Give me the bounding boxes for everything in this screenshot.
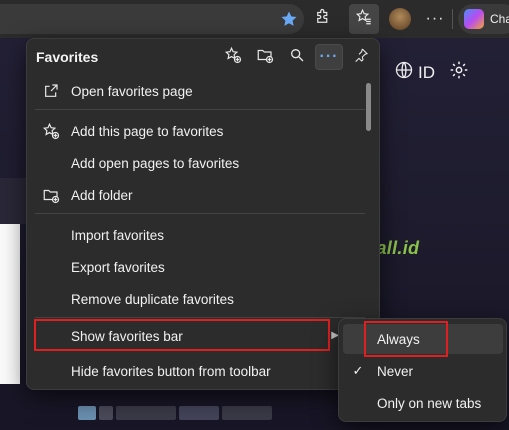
remove-duplicates-item[interactable]: Remove duplicate favorites — [35, 284, 365, 314]
page-card — [0, 224, 20, 384]
more-dots-icon: ··· — [425, 10, 445, 27]
highlight-box — [364, 321, 448, 357]
avatar — [389, 8, 411, 30]
blurred-content — [78, 406, 272, 420]
toolbar-divider — [452, 9, 453, 29]
profile-button[interactable] — [385, 4, 415, 34]
settings-gear-icon[interactable] — [449, 60, 469, 85]
browser-toolbar: ··· Cha — [0, 0, 509, 38]
search-icon — [289, 47, 305, 68]
page-header-icons: ID — [394, 60, 469, 85]
submenu-item-new-tabs[interactable]: Only on new tabs — [343, 388, 503, 418]
add-page-to-favorites-item[interactable]: Add this page to favorites — [35, 116, 365, 146]
star-add-icon — [224, 46, 242, 69]
favorite-star-icon[interactable] — [280, 10, 298, 33]
copilot-label: Cha — [490, 12, 509, 26]
address-bar[interactable] — [0, 4, 304, 34]
external-link-icon — [35, 76, 63, 106]
open-favorites-page-item[interactable]: Open favorites page — [35, 76, 365, 106]
puzzle-icon — [314, 8, 332, 31]
menu-divider — [35, 109, 365, 110]
checkmark-icon: ✓ — [352, 363, 364, 378]
submenu-item-never[interactable]: ✓ Never — [343, 356, 503, 386]
menu-divider — [35, 213, 365, 214]
favorites-button[interactable] — [349, 4, 379, 34]
more-dots-icon: ··· — [319, 48, 339, 65]
favorites-header: Favorites ··· — [27, 39, 379, 75]
copilot-icon — [464, 9, 484, 29]
add-folder-item[interactable]: Add folder — [35, 180, 365, 210]
globe-icon[interactable] — [394, 60, 414, 85]
add-favorite-button[interactable] — [219, 44, 247, 70]
import-favorites-item[interactable]: Import favorites — [35, 220, 365, 250]
folder-add-icon — [35, 180, 63, 210]
add-open-pages-item[interactable]: Add open pages to favorites — [35, 148, 365, 178]
folder-add-icon — [256, 46, 274, 69]
copilot-button[interactable]: Cha — [458, 4, 509, 34]
favorites-title: Favorites — [36, 49, 99, 65]
highlight-box — [34, 319, 330, 351]
hide-favorites-button-item[interactable]: Hide favorites button from toolbar — [35, 356, 365, 386]
export-favorites-item[interactable]: Export favorites — [35, 252, 365, 282]
scrollbar[interactable] — [366, 83, 371, 131]
more-options-button[interactable]: ··· — [315, 44, 343, 70]
add-folder-button[interactable] — [251, 44, 279, 70]
menu-divider — [35, 317, 365, 318]
star-add-icon — [35, 116, 63, 146]
favorites-list-icon — [355, 8, 373, 31]
pin-button[interactable] — [347, 44, 375, 70]
language-label[interactable]: ID — [418, 63, 435, 83]
search-favorites-button[interactable] — [283, 44, 311, 70]
extensions-button[interactable] — [308, 4, 338, 34]
pin-icon — [353, 47, 369, 68]
more-button[interactable]: ··· — [420, 4, 450, 34]
